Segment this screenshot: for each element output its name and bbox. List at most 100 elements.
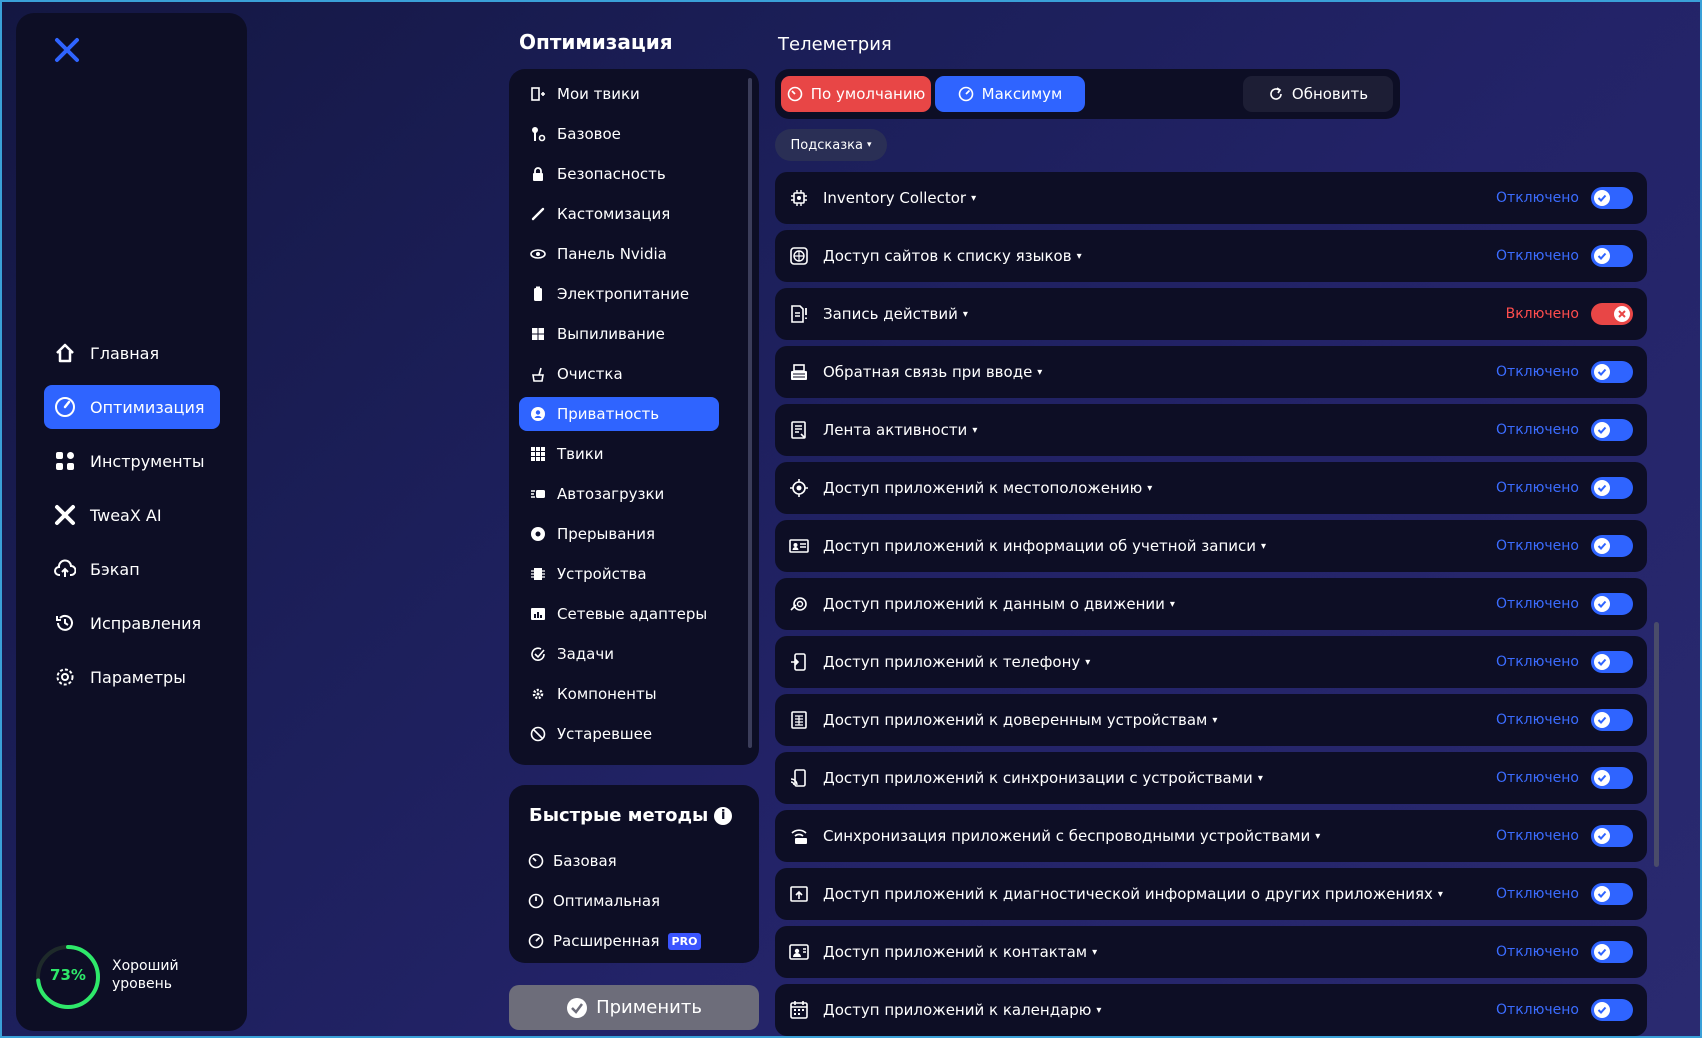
toggle-switch[interactable]: [1591, 303, 1633, 325]
toggle-switch[interactable]: [1591, 593, 1633, 615]
toggle-switch[interactable]: [1591, 941, 1633, 963]
nav-item-optimization[interactable]: Оптимизация: [44, 385, 220, 429]
chevron-down-icon: ▾: [1085, 656, 1091, 668]
row-label-dropdown[interactable]: Доступ приложений к данным о движении ▾: [823, 595, 1175, 613]
tweaks-grid-icon: [529, 445, 547, 463]
trusted-device-icon: [788, 709, 810, 731]
row-label-dropdown[interactable]: Синхронизация приложений с беспроводными…: [823, 827, 1320, 845]
row-label: Доступ приложений к синхронизации с устр…: [823, 769, 1253, 787]
nav-item-tools[interactable]: Инструменты: [44, 439, 220, 483]
telemetry-scrollbar[interactable]: [1654, 622, 1659, 867]
tweax-icon: [54, 504, 76, 526]
opt-item-autostart[interactable]: Автозагрузки: [519, 477, 719, 511]
opt-label: Компоненты: [557, 685, 657, 703]
check-icon: [1594, 712, 1610, 728]
chevron-down-icon: ▾: [962, 308, 968, 320]
toggle-switch[interactable]: [1591, 419, 1633, 441]
opt-item-tasks[interactable]: Задачи: [519, 637, 719, 671]
toggle-switch[interactable]: [1591, 361, 1633, 383]
toggle-switch[interactable]: [1591, 245, 1633, 267]
toggle-switch[interactable]: [1591, 535, 1633, 557]
quick-methods-title: Быстрые методы i: [529, 805, 733, 826]
app-logo-icon[interactable]: [52, 35, 82, 65]
telemetry-row: Доступ сайтов к списку языков ▾ Отключено: [775, 230, 1647, 282]
preset-default-button[interactable]: По умолчанию: [781, 76, 931, 112]
grid-icon: [54, 450, 76, 472]
opt-item-cleanup[interactable]: Очистка: [519, 357, 719, 391]
globe-icon: [788, 245, 810, 267]
opt-item-interrupts[interactable]: Прерывания: [519, 517, 719, 551]
opt-item-network-adapters[interactable]: Сетевые адаптеры: [519, 597, 719, 631]
row-label-dropdown[interactable]: Доступ приложений к синхронизации с устр…: [823, 769, 1263, 787]
row-label: Доступ сайтов к списку языков: [823, 247, 1072, 265]
telemetry-row: Обратная связь при вводе ▾ Отключено: [775, 346, 1647, 398]
row-label-dropdown[interactable]: Доступ приложений к контактам ▾: [823, 943, 1097, 961]
components-icon: [529, 685, 547, 703]
row-label-dropdown[interactable]: Доступ приложений к телефону ▾: [823, 653, 1090, 671]
nav-item-home[interactable]: Главная: [44, 331, 220, 375]
telemetry-title: Телеметрия: [778, 34, 892, 55]
opt-item-customization[interactable]: Кастомизация: [519, 197, 719, 231]
nav-item-tweax-ai[interactable]: TweaX AI: [44, 493, 220, 537]
apply-button[interactable]: Применить: [509, 985, 759, 1030]
nav-item-fixes[interactable]: Исправления: [44, 601, 220, 645]
preset-max-button[interactable]: Максимум: [935, 76, 1085, 112]
row-label-dropdown[interactable]: Доступ приложений к местоположению ▾: [823, 479, 1152, 497]
row-label: Синхронизация приложений с беспроводными…: [823, 827, 1311, 845]
opt-label: Устройства: [557, 565, 647, 583]
opt-item-debloat[interactable]: Выпиливание: [519, 317, 719, 351]
nav-label: Оптимизация: [90, 397, 205, 417]
opt-label: Автозагрузки: [557, 485, 665, 503]
opt-item-security[interactable]: Безопасность: [519, 157, 719, 191]
record-file-icon: [788, 303, 810, 325]
row-label-dropdown[interactable]: Доступ приложений к доверенным устройств…: [823, 711, 1217, 729]
opt-item-tweaks[interactable]: Твики: [519, 437, 719, 471]
opt-item-components[interactable]: Компоненты: [519, 677, 719, 711]
telemetry-row: Запись действий ▾ Включено: [775, 288, 1647, 340]
row-label-dropdown[interactable]: Лента активности ▾: [823, 421, 977, 439]
status-text: Отключено: [1496, 828, 1579, 844]
info-icon[interactable]: i: [714, 806, 733, 825]
toggle-switch[interactable]: [1591, 883, 1633, 905]
tasks-icon: [529, 645, 547, 663]
opt-item-my-tweaks[interactable]: Мои твики: [519, 77, 719, 111]
devices-icon: [529, 565, 547, 583]
quick-item-basic[interactable]: Базовая: [527, 841, 701, 881]
toggle-switch[interactable]: [1591, 477, 1633, 499]
toggle-switch[interactable]: [1591, 187, 1633, 209]
opt-label: Сетевые адаптеры: [557, 605, 708, 623]
location-icon: [788, 477, 810, 499]
chip-icon: [788, 187, 810, 209]
opt-item-power[interactable]: Электропитание: [519, 277, 719, 311]
telemetry-row: Доступ приложений к информации об учетно…: [775, 520, 1647, 572]
toggle-switch[interactable]: [1591, 651, 1633, 673]
opt-item-devices[interactable]: Устройства: [519, 557, 719, 591]
status-text: Отключено: [1496, 480, 1579, 496]
hint-dropdown[interactable]: Подсказка ▾: [775, 129, 887, 161]
optimization-scrollbar[interactable]: [748, 78, 752, 748]
row-label-dropdown[interactable]: Обратная связь при вводе ▾: [823, 363, 1042, 381]
row-label-dropdown[interactable]: Доступ приложений к календарю ▾: [823, 1001, 1101, 1019]
nav-item-settings[interactable]: Параметры: [44, 655, 220, 699]
row-label-dropdown[interactable]: Доступ сайтов к списку языков ▾: [823, 247, 1082, 265]
row-label-dropdown[interactable]: Запись действий ▾: [823, 305, 968, 323]
toggle-switch[interactable]: [1591, 709, 1633, 731]
quick-item-optimal[interactable]: Оптимальная: [527, 881, 701, 921]
opt-item-nvidia[interactable]: Панель Nvidia: [519, 237, 719, 271]
quick-item-advanced[interactable]: Расширенная PRO: [527, 921, 702, 961]
telemetry-row: Лента активности ▾ Отключено: [775, 404, 1647, 456]
opt-item-deprecated[interactable]: Устаревшее: [519, 717, 719, 751]
row-label-dropdown[interactable]: Доступ приложений к информации об учетно…: [823, 537, 1266, 555]
row-label-dropdown[interactable]: Доступ приложений к диагностической инфо…: [823, 885, 1443, 903]
opt-item-privacy[interactable]: Приватность: [519, 397, 719, 431]
toggle-switch[interactable]: [1591, 767, 1633, 789]
opt-item-basic[interactable]: Базовое: [519, 117, 719, 151]
nav-item-backup[interactable]: Бэкап: [44, 547, 220, 591]
row-label-dropdown[interactable]: Inventory Collector ▾: [823, 189, 976, 207]
battery-icon: [529, 285, 547, 303]
row-label: Лента активности: [823, 421, 968, 439]
toggle-switch[interactable]: [1591, 825, 1633, 847]
toggle-switch[interactable]: [1591, 999, 1633, 1021]
refresh-button[interactable]: Обновить: [1243, 76, 1393, 112]
chevron-down-icon: ▾: [1169, 598, 1175, 610]
